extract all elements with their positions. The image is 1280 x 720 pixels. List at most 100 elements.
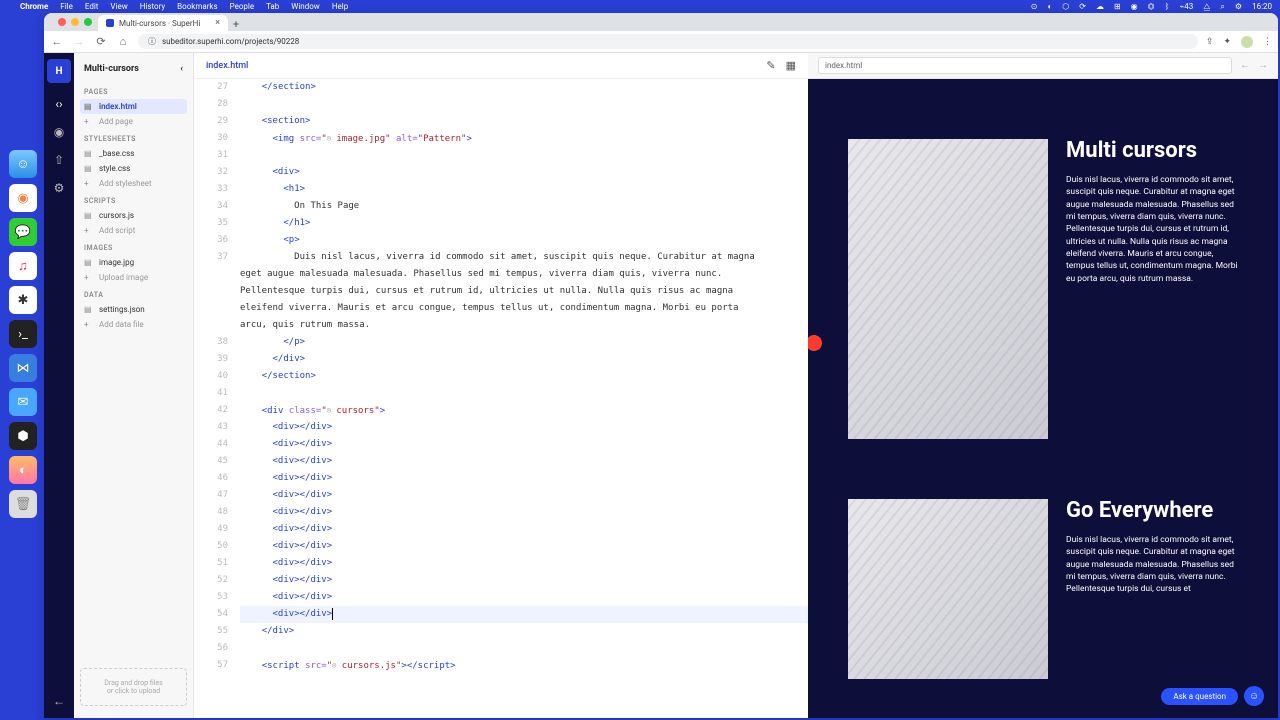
plus-icon: + [84, 179, 94, 188]
window-minimize-icon[interactable] [71, 18, 79, 26]
status-icon[interactable]: ◐ [1047, 2, 1052, 11]
status-icon[interactable]: ⏣ [1148, 2, 1155, 11]
preview-paragraph: Duis nisl lacus, viverra id commodo sit … [1066, 534, 1238, 596]
sidebar: Multi-cursors ‹ PAGES ▤index.html +Add p… [74, 53, 194, 718]
add-stylesheet-button[interactable]: +Add stylesheet [80, 176, 187, 191]
control-center-icon[interactable]: ⚙ [1235, 2, 1242, 11]
address-bar: ← → ⟳ ⌂ ⓘ subeditor.superhi.com/projects… [44, 31, 1278, 53]
tab-close-icon[interactable]: × [215, 18, 220, 28]
preview-forward-icon[interactable]: → [1258, 60, 1268, 71]
ask-question-button[interactable]: Ask a question [1161, 688, 1238, 705]
browser-menu-icon[interactable]: ⋮ [1263, 37, 1272, 47]
menu-view[interactable]: View [110, 2, 127, 11]
dock-vscode[interactable]: ⋈ [9, 354, 37, 382]
menu-history[interactable]: History [140, 2, 165, 11]
code-area[interactable]: </section> <section> <img src="◎ image.j… [236, 79, 808, 718]
dock-finder[interactable]: ☺ [9, 150, 37, 178]
upload-image-button[interactable]: +Upload image [80, 270, 187, 285]
file-settings-json[interactable]: ▤settings.json [80, 302, 187, 317]
plus-icon: + [84, 226, 94, 235]
file-icon: ▤ [84, 305, 94, 314]
layout-toggle-icon[interactable]: ▦ [786, 59, 796, 72]
section-images: IMAGES [80, 238, 187, 255]
file-cursors-js[interactable]: ▤cursors.js [80, 208, 187, 223]
bluetooth-icon[interactable]: ᛒ [1165, 2, 1170, 11]
editor-tab[interactable]: index.html [206, 61, 248, 71]
menu-edit[interactable]: Edit [85, 2, 99, 11]
rail-settings-icon[interactable]: ⚙ [44, 181, 74, 195]
clock[interactable]: 16:20 [1252, 2, 1272, 11]
extensions-icon[interactable]: ✦ [1223, 37, 1231, 47]
active-app[interactable]: Chrome [20, 2, 48, 11]
code-editor: index.html ✎ ▦ 2728293031323334353637383… [194, 53, 808, 718]
status-icon[interactable]: ☁ [1096, 2, 1104, 11]
dock-chrome[interactable]: ◉ [9, 184, 37, 212]
plus-icon: + [84, 117, 94, 126]
search-icon[interactable]: ⌕ [1220, 2, 1224, 12]
file-index-html[interactable]: ▤index.html [80, 99, 187, 114]
back-button[interactable]: ← [50, 35, 64, 48]
plus-icon: + [84, 273, 94, 282]
dock-messages[interactable]: 💬 [9, 218, 37, 246]
site-info-icon[interactable]: ⓘ [148, 36, 156, 47]
status-icon[interactable]: ⊞ [1114, 2, 1121, 11]
superhi-logo-icon[interactable]: H [47, 59, 71, 83]
browser-tab[interactable]: Multi-cursors · SuperHi × [98, 15, 228, 31]
battery-icon[interactable]: ⌁43 [1179, 2, 1193, 11]
status-icon[interactable]: ⬡ [1062, 2, 1069, 11]
dock-terminal[interactable]: ›_ [9, 320, 37, 348]
tab-strip: Multi-cursors · SuperHi × + [44, 13, 1278, 31]
menu-bookmarks[interactable]: Bookmarks [177, 2, 217, 11]
url-field[interactable]: ⓘ subeditor.superhi.com/projects/90228 [138, 34, 1198, 49]
menu-help[interactable]: Help [332, 2, 348, 11]
reload-button[interactable]: ⟳ [94, 35, 108, 48]
dock-figma[interactable]: ⬢ [9, 422, 37, 450]
preview-back-icon[interactable]: ← [1240, 60, 1250, 71]
dock-slack[interactable]: ✱ [9, 286, 37, 314]
preview-paragraph: Duis nisl lacus, viverra id commodo sit … [1066, 174, 1238, 285]
window-zoom-icon[interactable] [84, 18, 92, 26]
rail-preview-icon[interactable]: ◉ [44, 125, 74, 139]
profile-avatar[interactable] [1241, 36, 1253, 48]
favicon-icon [106, 19, 114, 27]
rail-back-icon[interactable]: ← [44, 694, 74, 708]
file-base-css[interactable]: ▤_base.css [80, 146, 187, 161]
status-icon[interactable]: ◉ [1131, 2, 1138, 11]
section-stylesheets: STYLESHEETS [80, 129, 187, 146]
add-script-button[interactable]: +Add script [80, 223, 187, 238]
dock-app[interactable]: ◐ [9, 456, 37, 484]
menu-people[interactable]: People [230, 2, 254, 11]
wifi-icon[interactable]: ⧋ [1203, 2, 1210, 12]
preview-url[interactable]: index.html [818, 57, 1232, 74]
macos-menubar: Chrome File Edit View History Bookmarks … [0, 0, 1280, 13]
editor-body[interactable]: 2728293031323334353637383940414243444546… [194, 79, 808, 718]
rail-code-icon[interactable]: ‹› [44, 97, 74, 111]
preview-image [848, 139, 1048, 439]
add-page-button[interactable]: +Add page [80, 114, 187, 129]
magic-wand-icon[interactable]: ✎ [766, 59, 775, 72]
url-text: subeditor.superhi.com/projects/90228 [162, 37, 299, 46]
new-tab-button[interactable]: + [228, 17, 244, 31]
menu-window[interactable]: Window [291, 2, 320, 11]
file-icon: ▤ [84, 164, 94, 173]
menu-file[interactable]: File [60, 2, 73, 11]
plus-icon: + [84, 320, 94, 329]
window-close-icon[interactable] [58, 18, 66, 26]
status-icon[interactable]: ⟳ [1079, 2, 1086, 11]
dock-trash[interactable]: 🗑 [9, 490, 37, 518]
home-button[interactable]: ⌂ [116, 35, 130, 48]
sidebar-collapse-icon[interactable]: ‹ [180, 64, 183, 74]
drop-zone[interactable]: Drag and drop files or click to upload [80, 668, 187, 706]
preview-heading: Go Everywhere [1066, 499, 1238, 522]
dock-music[interactable]: ♫ [9, 252, 37, 280]
smile-icon[interactable]: ☺ [1244, 686, 1264, 706]
share-icon[interactable]: ⇪ [1206, 37, 1214, 47]
file-style-css[interactable]: ▤style.css [80, 161, 187, 176]
dock-mail[interactable]: ✉ [9, 388, 37, 416]
add-data-button[interactable]: +Add data file [80, 317, 187, 332]
menu-tab[interactable]: Tab [266, 2, 279, 11]
file-image-jpg[interactable]: ▤image.jpg [80, 255, 187, 270]
preview-content: Multi cursors Duis nisl lacus, viverra i… [808, 79, 1278, 718]
status-icon[interactable]: ⊙ [1031, 2, 1038, 11]
rail-share-icon[interactable]: ⇧ [44, 153, 74, 167]
